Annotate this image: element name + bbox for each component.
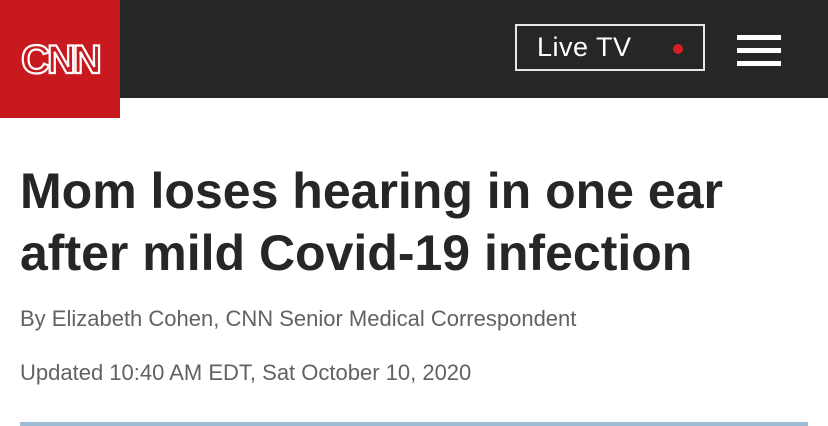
svg-text:CNN: CNN [21,38,100,82]
hamburger-menu-icon[interactable] [737,35,781,67]
live-tv-label: Live TV [537,32,632,62]
article-timestamp: Updated 10:40 AM EDT, Sat October 10, 20… [20,360,472,385]
headline-line-1: Mom loses hearing in one ear [20,163,723,219]
top-nav-bar: Live TV [0,0,828,98]
live-tv-button[interactable]: Live TV [515,24,705,71]
live-indicator-icon [673,44,683,54]
article-headline: Mom loses hearing in one ear after mild … [20,160,820,284]
cnn-logo-mark: CNN [20,37,104,83]
cnn-logo[interactable]: CNN [0,0,120,118]
media-top-edge [20,422,808,426]
article-byline: By Elizabeth Cohen, CNN Senior Medical C… [20,306,577,331]
headline-line-2: after mild Covid-19 infection [20,225,693,281]
